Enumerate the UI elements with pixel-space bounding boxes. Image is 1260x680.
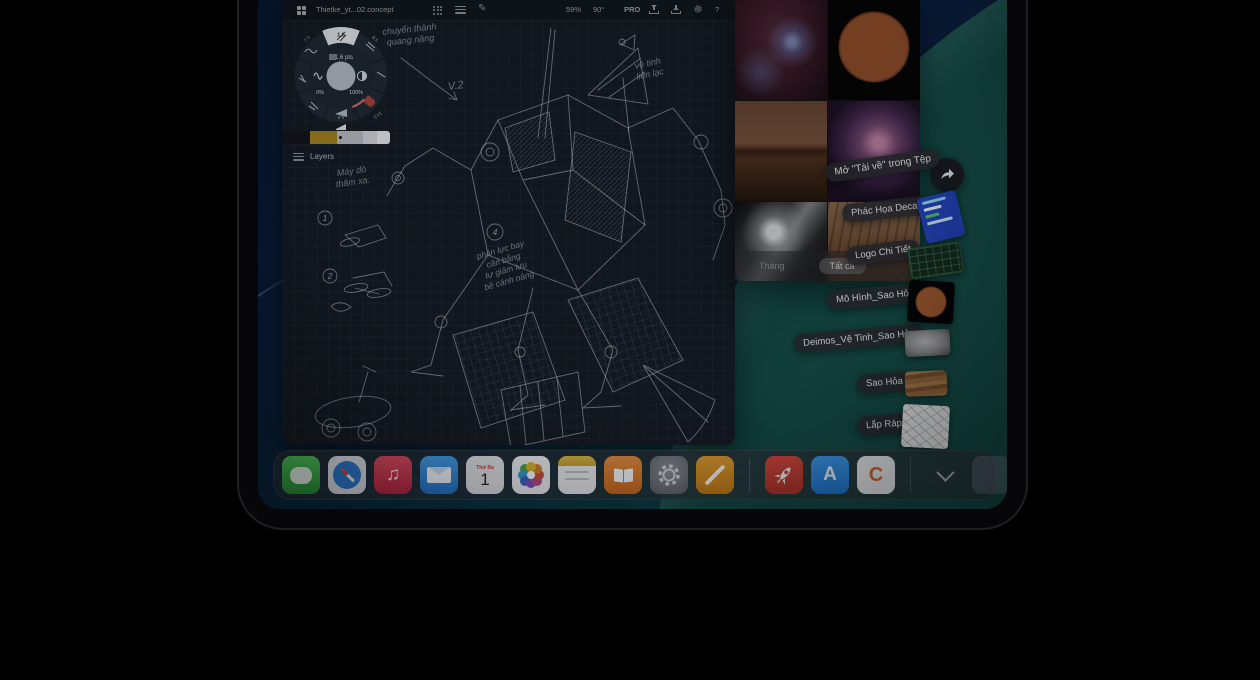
layers-label: Layers [310, 152, 334, 161]
dock-icon-mail[interactable] [420, 456, 458, 494]
chevron-down-icon [936, 463, 954, 481]
svg-text:14,5: 14,5 [372, 111, 383, 120]
circled-number-1: 1 [323, 213, 328, 223]
export-icon[interactable] [671, 5, 681, 14]
palette-selection-dot [339, 136, 342, 139]
gear-icon [656, 462, 682, 488]
open-book-icon [614, 468, 623, 482]
svg-text:6,8: 6,8 [337, 115, 344, 120]
annotation-version: V.2 [447, 79, 464, 95]
pro-badge[interactable]: PRO [624, 5, 640, 14]
drag-thumb-deimos-moon[interactable] [904, 329, 950, 357]
compass-icon [333, 461, 361, 489]
tab-months[interactable]: Tháng [759, 261, 785, 271]
dock-collapse-button[interactable] [926, 456, 964, 494]
tool-wheel[interactable]: 1,6 7,3 8,5 14,5 6,8 1,6 pts [289, 24, 393, 132]
message-bubble-icon [290, 467, 312, 484]
rotation-value[interactable]: 90° [593, 5, 604, 14]
music-note-icon: ♫ [386, 464, 400, 486]
drag-thumb-assembly-sketch[interactable] [901, 404, 950, 449]
dock-icon-app-library[interactable] [972, 456, 1007, 494]
dock-icon-drawing-app[interactable] [696, 456, 734, 494]
dock-icon-photos[interactable] [512, 456, 550, 494]
photo-thumbnail[interactable] [828, 101, 920, 201]
circled-number-2: 2 [327, 271, 333, 281]
swatch-white[interactable] [377, 131, 390, 144]
zoom-level[interactable]: 59% [566, 5, 581, 14]
dock-icon-books[interactable] [604, 456, 642, 494]
settings-gear-icon[interactable] [693, 4, 703, 16]
brush-tool-icon[interactable]: ✎ [478, 3, 486, 14]
home-grid-icon[interactable] [297, 6, 306, 15]
dock-divider [910, 458, 911, 492]
rocket-icon [767, 458, 801, 492]
circled-number-3: 4 [493, 227, 498, 237]
appstore-a-icon: A [823, 464, 837, 486]
calendar-day: 1 [480, 471, 489, 488]
share-arrow-icon [938, 166, 956, 184]
photo-thumbnail[interactable] [828, 0, 920, 100]
dock-icon-app-store[interactable]: A [811, 456, 849, 494]
c-logo-icon: C [869, 464, 883, 487]
dock-icon-notes[interactable] [558, 456, 596, 494]
photo-thumbnail[interactable] [735, 101, 827, 201]
ipad-screen: Thietke_yt...02.concept ✎ 59% 90° PRO ? [258, 0, 1007, 509]
layers-toggle-icon[interactable] [455, 4, 466, 15]
help-button[interactable]: ? [715, 5, 719, 14]
dock: ♫ Thứ Ba 1 A C [273, 450, 997, 500]
drag-thumb-mars-photo[interactable] [907, 280, 955, 324]
tool-wheel-knob[interactable] [327, 62, 356, 91]
color-palette-bar[interactable] [283, 131, 390, 144]
annotation-probe: Máy dò thăm xa. [334, 164, 371, 191]
drag-thumb-mars-strip[interactable] [905, 370, 948, 396]
photos-app-window: Tháng Tất cả [735, 0, 920, 281]
dock-icon-messages[interactable] [282, 456, 320, 494]
envelope-icon [427, 467, 451, 483]
photo-grid [735, 0, 920, 281]
precision-grid-icon[interactable] [433, 6, 442, 15]
opacity-max: 100% [349, 90, 363, 96]
flower-icon [527, 471, 535, 479]
active-size-label: 1,6 [337, 33, 345, 39]
swatch-lightgray[interactable] [363, 131, 377, 144]
photo-thumbnail[interactable] [735, 0, 827, 100]
dock-icon-safari[interactable] [328, 456, 366, 494]
dock-icon-settings[interactable] [650, 456, 688, 494]
import-icon[interactable] [649, 5, 659, 14]
dock-icon-music[interactable]: ♫ [374, 456, 412, 494]
concepts-toolbar: Thietke_yt...02.concept ✎ 59% 90° PRO ? [283, 0, 735, 21]
concepts-app-window: Thietke_yt...02.concept ✎ 59% 90° PRO ? [283, 0, 735, 445]
layers-icon [293, 151, 304, 162]
dock-divider [749, 458, 750, 492]
dock-icon-c-app[interactable]: C [857, 456, 895, 494]
dock-icon-rocket-app[interactable] [765, 456, 803, 494]
swatch-gold[interactable] [310, 131, 337, 144]
pen-icon [704, 464, 725, 485]
swatch-black[interactable] [283, 131, 310, 144]
smoothing-min: 0% [316, 90, 324, 96]
stroke-size-readout: 1,6 pts [335, 55, 353, 61]
layers-panel-toggle[interactable]: Layers [293, 151, 334, 162]
dock-icon-calendar[interactable]: Thứ Ba 1 [466, 456, 504, 494]
document-title[interactable]: Thietke_yt...02.concept [316, 5, 394, 14]
